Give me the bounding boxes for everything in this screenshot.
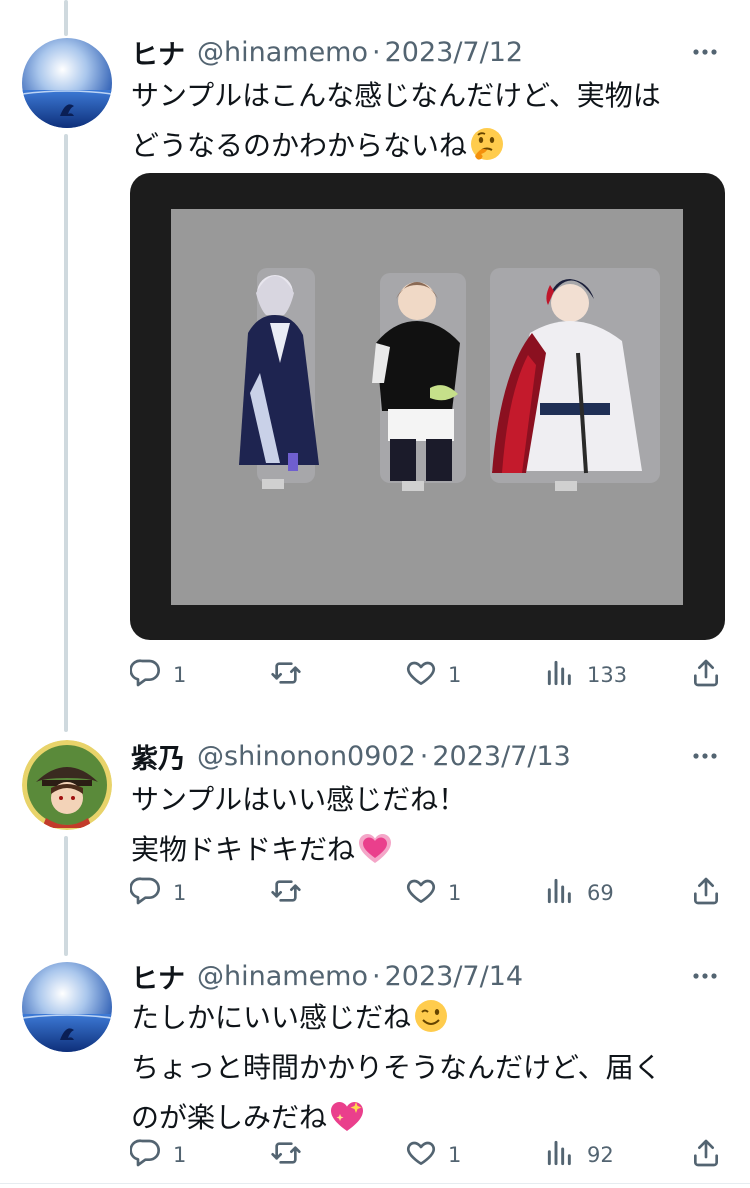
tweet-text-line: ちょっと時間かかりそうなんだけど、届く xyxy=(131,1051,662,1084)
tweet-text-line: サンプルはいい感じだね！ xyxy=(131,783,467,816)
timestamp[interactable]: 2023/7/12 xyxy=(385,37,523,68)
like-count: 1 xyxy=(448,881,462,905)
views-button[interactable]: 133 xyxy=(544,655,627,695)
share-button[interactable] xyxy=(690,873,722,913)
winking-face-icon xyxy=(413,998,449,1034)
retweet-icon xyxy=(270,875,302,912)
thinking-face-icon xyxy=(469,126,505,162)
more-icon[interactable] xyxy=(690,961,720,991)
views-count: 92 xyxy=(587,1143,614,1167)
like-count: 1 xyxy=(448,1143,462,1167)
retweet-button[interactable] xyxy=(270,1135,313,1175)
like-button[interactable]: 1 xyxy=(405,1135,461,1175)
reply-icon xyxy=(129,875,162,912)
share-button[interactable] xyxy=(690,655,722,695)
retweet-icon xyxy=(270,1137,302,1174)
views-count: 133 xyxy=(587,663,628,687)
character-figures xyxy=(239,268,660,491)
timestamp[interactable]: 2023/7/13 xyxy=(432,741,570,772)
figure-left xyxy=(239,268,319,489)
reply-button[interactable]: 1 xyxy=(129,655,187,695)
figure-middle xyxy=(372,273,466,491)
like-icon xyxy=(405,875,437,912)
reply-count: 1 xyxy=(173,881,187,905)
share-icon xyxy=(690,1137,722,1174)
user-handle[interactable]: @hinamemo xyxy=(197,37,368,68)
tweet-header: ヒナ @hinamemo · 2023/7/14 xyxy=(131,956,523,996)
display-name[interactable]: 紫乃 xyxy=(131,737,185,776)
growing-heart-icon xyxy=(357,830,393,866)
tweet-text: たしかにいい感じだね ちょっと時間かかりそうなんだけど、届く のが楽しみだね xyxy=(131,993,731,1143)
reply-icon xyxy=(129,657,162,694)
tweet-text-line-with-emoji: 実物ドキドキだね xyxy=(131,825,731,875)
tweet-header: 紫乃 @shinonon0902 · 2023/7/13 xyxy=(131,736,571,776)
tweet-actions: 1 1 92 xyxy=(129,1135,730,1175)
tweet-text: サンプルはこんな感じなんだけど、実物は どうなるのかわからないね xyxy=(131,71,731,171)
retweet-icon xyxy=(270,657,302,694)
reply-count: 1 xyxy=(173,1143,187,1167)
tweet-actions: 1 1 69 xyxy=(129,873,730,913)
like-button[interactable]: 1 xyxy=(405,873,461,913)
display-name[interactable]: ヒナ xyxy=(131,33,185,72)
user-handle[interactable]: @shinonon0902 xyxy=(197,741,416,772)
retweet-button[interactable] xyxy=(270,655,313,695)
share-icon xyxy=(690,657,722,694)
tweet-text-line: どうなるのかわからないね xyxy=(131,129,468,162)
thread-line-2 xyxy=(64,836,68,956)
like-button[interactable]: 1 xyxy=(405,655,461,695)
like-count: 1 xyxy=(448,663,462,687)
avatar[interactable] xyxy=(22,962,112,1052)
separator: · xyxy=(419,740,429,772)
separator: · xyxy=(372,960,381,992)
views-button[interactable]: 69 xyxy=(544,873,614,913)
avatar[interactable] xyxy=(22,740,112,830)
tweet-text: サンプルはいい感じだね！ 実物ドキドキだね xyxy=(131,775,731,875)
timestamp[interactable]: 2023/7/14 xyxy=(385,961,523,992)
tweet-actions: 1 1 133 xyxy=(129,655,730,695)
tweet-text-line: サンプルはこんな感じなんだけど、実物は xyxy=(131,79,661,112)
tweet-text-line-with-emoji: たしかにいい感じだね xyxy=(131,993,731,1043)
like-icon xyxy=(405,1137,437,1174)
reply-icon xyxy=(129,1137,162,1174)
separator: · xyxy=(372,36,381,68)
more-icon[interactable] xyxy=(690,37,720,67)
avatar[interactable] xyxy=(22,38,112,128)
like-icon xyxy=(405,657,437,694)
thread-line-1 xyxy=(64,134,68,732)
reply-button[interactable]: 1 xyxy=(129,1135,187,1175)
tweet-text-line: たしかにいい感じだね xyxy=(131,1001,412,1034)
tweet-header: ヒナ @hinamemo · 2023/7/12 xyxy=(131,32,523,72)
more-icon[interactable] xyxy=(690,741,720,771)
reply-count: 1 xyxy=(173,663,187,687)
sparkling-heart-icon xyxy=(329,1098,365,1134)
views-button[interactable]: 92 xyxy=(544,1135,614,1175)
user-handle[interactable]: @hinamemo xyxy=(197,961,368,992)
reply-button[interactable]: 1 xyxy=(129,873,187,913)
display-name[interactable]: ヒナ xyxy=(131,957,185,996)
share-icon xyxy=(690,875,722,912)
tweet-text-line: のが楽しみだね xyxy=(131,1101,328,1134)
share-button[interactable] xyxy=(690,1135,722,1175)
divider xyxy=(0,1183,750,1184)
views-count: 69 xyxy=(587,881,614,905)
thread-line-top xyxy=(64,0,68,36)
views-icon xyxy=(544,875,576,912)
figure-right xyxy=(490,268,660,491)
views-icon xyxy=(544,1137,576,1174)
views-icon xyxy=(544,657,576,694)
retweet-button[interactable] xyxy=(270,873,313,913)
tweet-media-image[interactable] xyxy=(130,173,725,640)
tweet-text-line-with-emoji: どうなるのかわからないね xyxy=(131,121,731,171)
tweet-text-line: 実物ドキドキだね xyxy=(131,833,356,866)
